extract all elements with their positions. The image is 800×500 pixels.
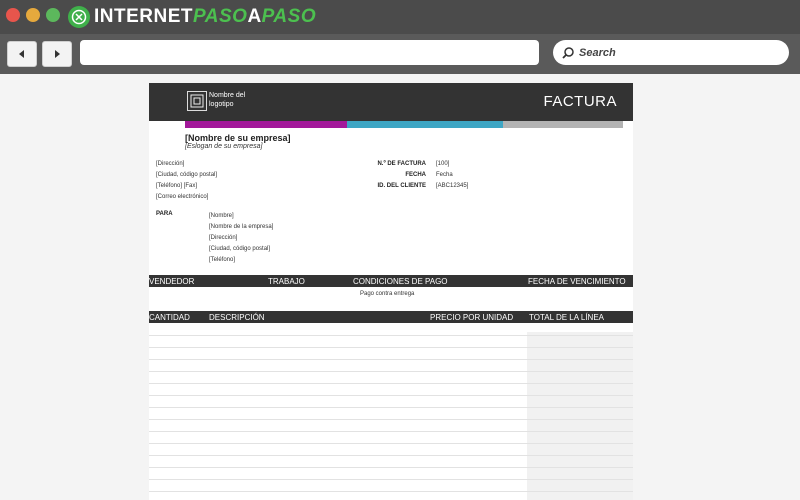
browser-window: INTERNETPASOAPASO Search Nombre del logo… <box>0 0 800 500</box>
back-button[interactable] <box>7 41 37 67</box>
column-header: TRABAJO <box>268 277 305 286</box>
invoice-header: Nombre del logotipo FACTURA <box>149 83 633 121</box>
client-id-value: [ABC12345] <box>436 183 469 189</box>
table-row-divider <box>149 383 633 384</box>
recipient-line: [Ciudad, código postal] <box>209 246 271 252</box>
column-header: CONDICIONES DE PAGO <box>353 277 448 286</box>
column-header: CANTIDAD <box>149 313 190 322</box>
recipient-line: [Nombre] <box>209 213 234 219</box>
table-row-divider <box>149 335 633 336</box>
invoice-title: FACTURA <box>543 93 617 110</box>
address-line: [Teléfono] [Fax] <box>156 183 198 189</box>
column-header: TOTAL DE LA LÍNEA <box>529 313 604 322</box>
maximize-window-button[interactable] <box>46 8 60 22</box>
arrow-left-icon <box>19 50 24 58</box>
table-row-divider <box>149 419 633 420</box>
table-row-divider <box>149 395 633 396</box>
address-bar[interactable] <box>80 40 539 65</box>
address-line: [Ciudad, código postal] <box>156 172 218 178</box>
table-row-divider <box>149 347 633 348</box>
forward-button[interactable] <box>42 41 72 67</box>
arrow-right-icon <box>55 50 60 58</box>
payment-terms-value: Pago contra entrega <box>360 291 415 297</box>
accent-stripe-blue <box>347 121 503 128</box>
column-header: VENDEDOR <box>149 277 195 286</box>
recipient-line: [Dirección] <box>209 235 238 241</box>
para-label: PARA <box>156 211 173 217</box>
address-line: [Dirección] <box>156 161 185 167</box>
table-row-divider <box>149 443 633 444</box>
column-header: FECHA DE VENCIMIENTO <box>528 277 626 286</box>
minimize-window-button[interactable] <box>26 8 40 22</box>
table-row-divider <box>149 407 633 408</box>
search-placeholder: Search <box>579 46 616 59</box>
search-icon <box>562 46 574 59</box>
table-row-divider <box>149 455 633 456</box>
logo-label: Nombre del logotipo <box>209 92 246 108</box>
column-header: DESCRIPCIÓN <box>209 313 265 322</box>
invoice-number-label: N.º DE FACTURA <box>377 161 426 167</box>
navigation-bar: Search <box>0 34 800 74</box>
date-value: Fecha <box>436 172 453 178</box>
address-line: [Correo electrónico] <box>156 194 209 200</box>
recipient-line: [Teléfono] <box>209 257 236 263</box>
invoice-document: Nombre del logotipo FACTURA [Nombre de s… <box>149 83 633 500</box>
table-row-divider <box>149 491 633 492</box>
table-row-divider <box>149 371 633 372</box>
brand-text: INTERNETPASOAPASO <box>94 6 317 27</box>
invoice-number-value: [100] <box>436 161 450 167</box>
close-window-button[interactable] <box>6 8 20 22</box>
date-label: FECHA <box>405 172 426 178</box>
table-row-divider <box>149 431 633 432</box>
page-content: Nombre del logotipo FACTURA [Nombre de s… <box>0 74 800 500</box>
company-name: [Nombre de su empresa] <box>185 133 291 143</box>
logo-placeholder-icon <box>187 91 207 111</box>
table-row-divider <box>149 467 633 468</box>
accent-stripe-gray <box>503 121 623 128</box>
recipient-line: [Nombre de la empresa] <box>209 224 274 230</box>
title-bar: INTERNETPASOAPASO <box>0 0 800 34</box>
client-id-label: ID. DEL CLIENTE <box>377 183 426 189</box>
items-table-header: CANTIDAD DESCRIPCIÓN PRECIO POR UNIDAD T… <box>149 311 633 323</box>
line-total-column <box>527 332 633 500</box>
accent-stripe-magenta <box>185 121 347 128</box>
company-slogan: [Eslogan de su empresa] <box>185 143 263 150</box>
table-row-divider <box>149 479 633 480</box>
brand-logo-icon <box>68 6 90 28</box>
table-row-divider <box>149 359 633 360</box>
search-input[interactable]: Search <box>553 40 789 65</box>
site-brand: INTERNETPASOAPASO <box>68 5 316 29</box>
terms-table-header: VENDEDOR TRABAJO CONDICIONES DE PAGO FEC… <box>149 275 633 287</box>
column-header: PRECIO POR UNIDAD <box>430 313 514 322</box>
